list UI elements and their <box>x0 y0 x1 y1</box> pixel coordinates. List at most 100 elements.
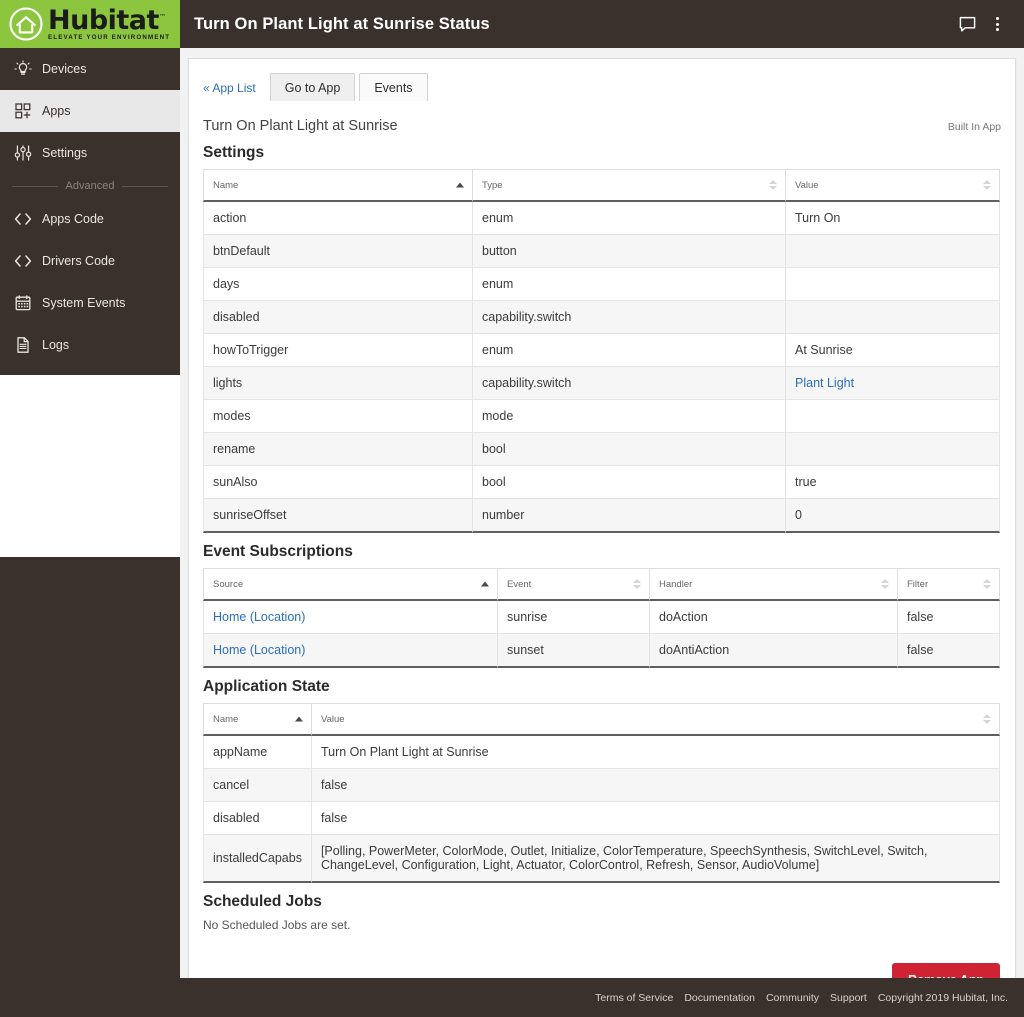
footer-copyright: Copyright 2019 Hubitat, Inc. <box>877 991 1008 1004</box>
settings-table: Name Type Value action enum Turn On btnDefa… <box>203 169 1000 533</box>
page-footer: Terms of Service Documentation Community… <box>180 978 1024 1017</box>
hubitat-app-status-page: Hubitat™ ELEVATE YOUR ENVIRONMENT Device… <box>0 0 1024 1017</box>
setting-value: Turn On <box>786 202 1000 235</box>
col-header-name[interactable]: Name <box>203 703 312 736</box>
brand-tagline: ELEVATE YOUR ENVIRONMENT <box>48 33 171 41</box>
chat-bubble-icon[interactable] <box>952 9 982 39</box>
sidebar-item-logs[interactable]: Logs <box>0 324 180 366</box>
sort-asc-icon <box>294 716 303 722</box>
sliders-icon <box>10 144 36 162</box>
setting-type: button <box>473 235 786 268</box>
col-header-value[interactable]: Value <box>786 169 1000 202</box>
table-row: lights capability.switch Plant Light <box>203 367 1000 400</box>
footer-link-support[interactable]: Support <box>830 992 867 1004</box>
settings-table-body: action enum Turn On btnDefault button days enu… <box>203 202 1000 533</box>
state-value: [Polling, PowerMeter, ColorMode, Outlet,… <box>311 835 1000 883</box>
table-row: sunriseOffset number 0 <box>203 499 1000 533</box>
subscription-event: sunrise <box>498 601 650 634</box>
setting-name: lights <box>203 367 473 400</box>
setting-type: bool <box>473 433 786 466</box>
subscription-source-link[interactable]: Home (Location) <box>213 610 305 624</box>
sidebar-nav: Devices Apps Settings Advanced Apps Code… <box>0 48 180 375</box>
col-header-filter[interactable]: Filter <box>898 568 1000 601</box>
setting-value <box>786 433 1000 466</box>
table-row: cancel false <box>203 769 1000 802</box>
col-header-value[interactable]: Value <box>311 703 1000 736</box>
table-header-row: Name Value <box>203 703 1000 736</box>
app-name: Turn On Plant Light at Sunrise <box>203 118 398 134</box>
sidebar-item-system-events[interactable]: System Events <box>0 282 180 324</box>
table-row: modes mode <box>203 400 1000 433</box>
setting-type: number <box>473 499 786 533</box>
subscription-source[interactable]: Home (Location) <box>203 634 498 668</box>
setting-value <box>786 400 1000 433</box>
scheduled-jobs-heading: Scheduled Jobs <box>203 893 322 910</box>
state-name: appName <box>203 736 312 769</box>
apps-grid-plus-icon <box>10 102 36 120</box>
document-lines-icon <box>10 336 36 354</box>
setting-type: capability.switch <box>473 301 786 334</box>
app-list-back-link[interactable]: « App List <box>203 81 256 95</box>
state-value: Turn On Plant Light at Sunrise <box>311 736 1000 769</box>
col-header-name[interactable]: Name <box>203 169 473 202</box>
sidebar-item-settings[interactable]: Settings <box>0 132 180 174</box>
table-row: howToTrigger enum At Sunrise <box>203 334 1000 367</box>
app-header: Turn On Plant Light at Sunrise Built In … <box>203 118 1001 134</box>
sort-both-icon <box>881 579 889 589</box>
code-brackets-icon <box>10 211 36 227</box>
sidebar-item-label: Drivers Code <box>42 254 115 268</box>
table-row: Home (Location) sunset doAntiAction false <box>203 634 1000 668</box>
col-header-source[interactable]: Source <box>203 568 498 601</box>
sort-both-icon <box>983 714 991 724</box>
overflow-menu-icon[interactable] <box>982 9 1012 39</box>
setting-name: sunriseOffset <box>203 499 473 533</box>
table-header-row: Source Event Handler Filter <box>203 568 1000 601</box>
scheduled-jobs-empty-text: No Scheduled Jobs are set. <box>203 918 351 932</box>
sort-both-icon <box>983 579 991 589</box>
setting-value <box>786 268 1000 301</box>
brand-logo[interactable]: Hubitat™ ELEVATE YOUR ENVIRONMENT <box>0 0 180 48</box>
advanced-divider: Advanced <box>0 174 180 198</box>
footer-link-community[interactable]: Community <box>766 992 819 1004</box>
divider-line-left <box>12 185 58 187</box>
setting-name: howToTrigger <box>203 334 473 367</box>
subscription-source-link[interactable]: Home (Location) <box>213 643 305 657</box>
subscription-source[interactable]: Home (Location) <box>203 601 498 634</box>
setting-name: modes <box>203 400 473 433</box>
footer-link-terms[interactable]: Terms of Service <box>595 992 673 1004</box>
content-panel: « App List Go to App Events Turn On Plan… <box>188 58 1016 997</box>
advanced-label: Advanced <box>65 180 115 192</box>
sidebar-item-apps-code[interactable]: Apps Code <box>0 198 180 240</box>
setting-value[interactable]: Plant Light <box>786 367 1000 400</box>
sidebar-item-label: Apps <box>42 104 71 118</box>
brand-name: Hubitat <box>48 4 159 36</box>
top-bar-actions <box>952 9 1024 39</box>
table-row: installedCapabs [Polling, PowerMeter, Col… <box>203 835 1000 883</box>
footer-link-documentation[interactable]: Documentation <box>684 992 755 1004</box>
setting-value <box>786 235 1000 268</box>
application-state-heading: Application State <box>203 678 330 695</box>
setting-name: disabled <box>203 301 473 334</box>
tab-events[interactable]: Events <box>359 73 428 101</box>
setting-name: btnDefault <box>203 235 473 268</box>
built-in-app-badge: Built In App <box>947 121 1001 133</box>
col-header-event[interactable]: Event <box>498 568 650 601</box>
table-row: action enum Turn On <box>203 202 1000 235</box>
sidebar-item-drivers-code[interactable]: Drivers Code <box>0 240 180 282</box>
setting-value-link[interactable]: Plant Light <box>795 376 854 390</box>
setting-type: enum <box>473 202 786 235</box>
sidebar-item-label: Apps Code <box>42 212 104 226</box>
sort-asc-icon <box>456 182 464 188</box>
col-header-type[interactable]: Type <box>473 169 786 202</box>
table-row: disabled capability.switch <box>203 301 1000 334</box>
tab-go-to-app[interactable]: Go to App <box>269 73 356 101</box>
subscription-handler: doAntiAction <box>650 634 898 668</box>
state-name: disabled <box>203 802 312 835</box>
sidebar-item-devices[interactable]: Devices <box>0 48 180 90</box>
col-header-handler[interactable]: Handler <box>650 568 898 601</box>
sidebar-item-apps[interactable]: Apps <box>0 90 180 132</box>
sidebar-item-label: System Events <box>42 296 126 310</box>
subscription-filter: false <box>898 601 1000 634</box>
setting-type: mode <box>473 400 786 433</box>
state-name: installedCapabs <box>203 835 312 883</box>
